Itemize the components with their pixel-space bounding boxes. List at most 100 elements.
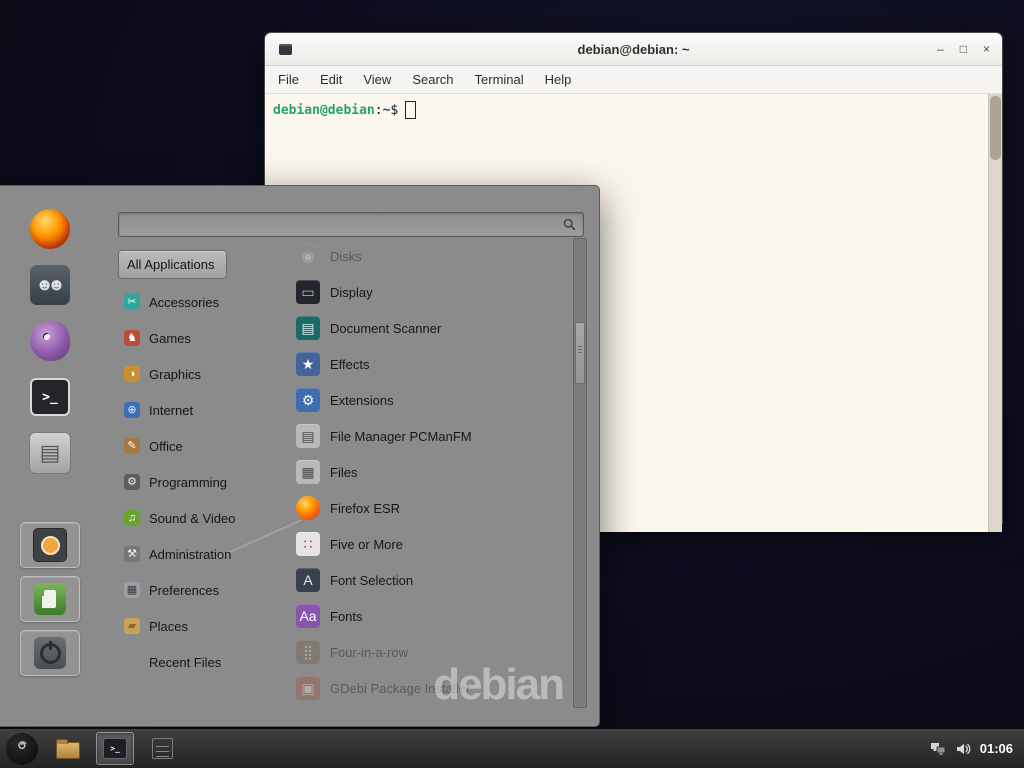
- menu-search[interactable]: Search: [412, 66, 453, 93]
- shutdown-icon: [34, 637, 66, 669]
- prompt-user-host: debian@debian: [273, 103, 375, 118]
- search-icon: [560, 216, 578, 234]
- menu-terminal[interactable]: Terminal: [475, 66, 524, 93]
- file-manager-icon: ▤: [296, 424, 320, 448]
- places-icon: ▰: [124, 618, 140, 634]
- category-programming[interactable]: ⚙ Programming: [118, 464, 274, 500]
- fonts-icon: Aa: [296, 604, 320, 628]
- network-icon[interactable]: [930, 741, 946, 757]
- extensions-icon: ⚙: [296, 388, 320, 412]
- terminal-cursor: [405, 101, 416, 119]
- category-internet[interactable]: ⊕ Internet: [118, 392, 274, 428]
- taskbar-file-manager[interactable]: [50, 733, 86, 764]
- prompt-separator: :: [375, 103, 383, 118]
- category-all-applications[interactable]: All Applications: [118, 250, 227, 279]
- app-document-scanner[interactable]: ▤ Document Scanner: [288, 310, 570, 346]
- gdebi-icon: ▣: [296, 676, 320, 700]
- files-icon: [29, 432, 71, 474]
- terminal-taskbar-icon: [103, 738, 127, 759]
- files-app-icon: ▦: [296, 460, 320, 484]
- font-selection-icon: A: [296, 568, 320, 592]
- favorite-terminal[interactable]: [21, 372, 79, 422]
- app-effects[interactable]: ★ Effects: [288, 346, 570, 382]
- category-office[interactable]: ✎ Office: [118, 428, 274, 464]
- volume-icon[interactable]: [955, 741, 971, 757]
- category-recent-files[interactable]: Recent Files: [118, 644, 274, 680]
- category-preferences[interactable]: ▦ Preferences: [118, 572, 274, 608]
- app-files[interactable]: ▦ Files: [288, 454, 570, 490]
- favorite-firefox[interactable]: [21, 204, 79, 254]
- desktop: debian@debian: ~ ‒ □ × File Edit View Se…: [0, 0, 1024, 768]
- menu-scrollbar[interactable]: [573, 238, 587, 708]
- prompt-line: debian@debian:~$: [273, 101, 1002, 119]
- terminal-scrollbar-thumb[interactable]: [990, 96, 1001, 160]
- document-icon: [152, 738, 173, 759]
- window-controls: ‒ □ ×: [937, 33, 990, 65]
- app-font-selection[interactable]: A Font Selection: [288, 562, 570, 598]
- programming-icon: ⚙: [124, 474, 140, 490]
- terminal-icon: [30, 378, 70, 416]
- preferences-icon: ▦: [124, 582, 140, 598]
- search-bar[interactable]: [118, 212, 584, 237]
- folder-icon: [56, 742, 80, 759]
- favorite-pidgin[interactable]: [21, 316, 79, 366]
- logout-button[interactable]: [20, 576, 80, 622]
- app-firefox-esr[interactable]: Firefox ESR: [288, 490, 570, 526]
- application-menu: All Applications ✂ Accessories ♞ Games ◑…: [0, 185, 600, 727]
- app-extensions[interactable]: ⚙ Extensions: [288, 382, 570, 418]
- categories-column: All Applications ✂ Accessories ♞ Games ◑…: [118, 246, 274, 680]
- office-icon: ✎: [124, 438, 140, 454]
- applications-list: ◉ Disks ▭ Display ▤ Document Scanner ★ E…: [288, 238, 570, 712]
- favorite-people-app[interactable]: [21, 260, 79, 310]
- category-places[interactable]: ▰ Places: [118, 608, 274, 644]
- debian-swirl-icon: [12, 736, 32, 761]
- debian-watermark: debian: [433, 660, 563, 710]
- shutdown-button[interactable]: [20, 630, 80, 676]
- app-disks[interactable]: ◉ Disks: [288, 238, 570, 274]
- logout-icon: [34, 583, 66, 615]
- app-five-or-more[interactable]: ∷ Five or More: [288, 526, 570, 562]
- graphics-icon: ◑: [124, 366, 140, 382]
- category-accessories[interactable]: ✂ Accessories: [118, 284, 274, 320]
- category-games[interactable]: ♞ Games: [118, 320, 274, 356]
- taskbar-text-editor[interactable]: [144, 733, 180, 764]
- close-button[interactable]: ×: [983, 43, 990, 55]
- terminal-scrollbar[interactable]: [988, 94, 1002, 532]
- maximize-button[interactable]: □: [960, 43, 967, 55]
- four-in-a-row-icon: ⣿: [296, 640, 320, 664]
- menu-edit[interactable]: Edit: [320, 66, 342, 93]
- menu-scrollbar-thumb[interactable]: [575, 322, 585, 384]
- taskbar: 01:06: [0, 728, 1024, 768]
- sound-video-icon: ♫: [124, 510, 140, 526]
- app-display[interactable]: ▭ Display: [288, 274, 570, 310]
- prompt-symbol: $: [390, 103, 398, 118]
- menu-file[interactable]: File: [278, 66, 299, 93]
- terminal-title: debian@debian: ~: [265, 42, 1002, 57]
- category-administration[interactable]: ⚒ Administration: [118, 536, 274, 572]
- pidgin-icon: [30, 321, 70, 361]
- recent-files-icon-slot: [124, 654, 140, 670]
- minimize-button[interactable]: ‒: [937, 43, 944, 55]
- firefox-esr-icon: [296, 496, 320, 520]
- search-input[interactable]: [119, 213, 560, 236]
- disks-icon: ◉: [296, 244, 320, 268]
- category-sound-video[interactable]: ♫ Sound & Video: [118, 500, 274, 536]
- category-graphics[interactable]: ◑ Graphics: [118, 356, 274, 392]
- favorite-files[interactable]: [21, 428, 79, 478]
- menu-button[interactable]: [6, 733, 38, 765]
- clock[interactable]: 01:06: [980, 741, 1013, 756]
- menu-help[interactable]: Help: [545, 66, 572, 93]
- lock-screen-button[interactable]: [20, 522, 80, 568]
- games-icon: ♞: [124, 330, 140, 346]
- app-fonts[interactable]: Aa Fonts: [288, 598, 570, 634]
- firefox-icon: [30, 209, 70, 249]
- taskbar-terminal[interactable]: [96, 732, 134, 765]
- lock-screen-icon: [33, 528, 67, 562]
- terminal-menubar: File Edit View Search Terminal Help: [265, 66, 1002, 94]
- accessories-icon: ✂: [124, 294, 140, 310]
- people-icon: [30, 265, 70, 305]
- menu-view[interactable]: View: [363, 66, 391, 93]
- terminal-titlebar[interactable]: debian@debian: ~ ‒ □ ×: [265, 33, 1002, 66]
- app-file-manager-pcmanfm[interactable]: ▤ File Manager PCManFM: [288, 418, 570, 454]
- display-icon: ▭: [296, 280, 320, 304]
